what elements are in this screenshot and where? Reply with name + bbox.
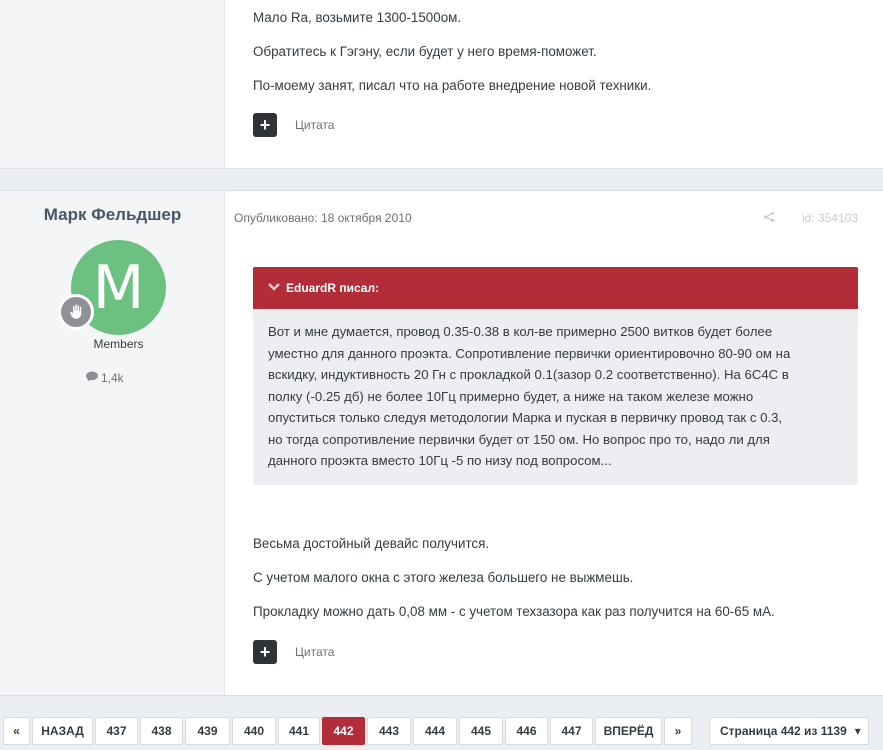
member-group: Members xyxy=(93,337,144,351)
blockquote-body: Вот и мне думается, провод 0.35-0.38 в к… xyxy=(253,309,858,472)
hand-icon xyxy=(58,294,94,330)
page-jump-dropdown[interactable]: Страница 442 из 1139 ▾ xyxy=(709,717,869,745)
page-link[interactable]: 445 xyxy=(459,717,503,745)
blockquote-line: вскидку, индуктивность 20 Гн с прокладко… xyxy=(268,367,789,382)
speech-bubble-icon xyxy=(86,371,98,385)
multiquote-plus-icon[interactable]: + xyxy=(253,113,277,137)
post-content: Мало Ra, возьмите 1300-1500ом. Обратитес… xyxy=(253,7,859,109)
blockquote-line: Вот и мне думается, провод 0.35-0.38 в к… xyxy=(268,324,773,339)
post-paragraph: Весьма достойный девайс получится. xyxy=(253,536,490,551)
page-link-current[interactable]: 442 xyxy=(322,717,365,745)
author-name-link[interactable]: Марк Фельдшер xyxy=(0,205,225,225)
blockquote-line: данного проэкта вместо 10Гц -5 по низу п… xyxy=(268,453,612,468)
post-id: id: 354103 xyxy=(801,211,858,225)
post-paragraph: Прокладку можно дать 0,08 мм - с учетом … xyxy=(253,604,775,619)
prev-page-button[interactable]: НАЗАД xyxy=(32,717,93,745)
next-page-button[interactable]: ВПЕРЁД xyxy=(595,717,662,745)
blockquote-header[interactable]: EduardR писал: xyxy=(253,267,858,309)
post-main: Марк Фельдшер M Members 1,4k Опубликован… xyxy=(0,190,883,696)
chevron-down-icon[interactable] xyxy=(268,281,280,295)
post-paragraph: Мало Ra, возьмите 1300-1500ом. xyxy=(253,10,462,25)
post-actions: + Цитата xyxy=(253,640,859,664)
post-actions: + Цитата xyxy=(253,113,859,137)
first-page-button[interactable]: « xyxy=(3,717,30,745)
blockquote: EduardR писал: Вот и мне думается, прово… xyxy=(253,267,858,485)
blockquote-line: но тогда сопротивление первички будет от… xyxy=(268,431,770,447)
page-link[interactable]: 438 xyxy=(140,717,183,745)
reputation-count: 1,4k xyxy=(101,371,124,385)
post-paragraph: С учетом малого окна с этого железа боль… xyxy=(253,570,634,585)
author-column: Марк Фельдшер M Members 1,4k xyxy=(0,191,225,695)
quote-button[interactable]: Цитата xyxy=(295,118,334,132)
page-jump-label: Страница 442 из 1139 xyxy=(720,724,847,738)
pagination: « НАЗАД 437 438 439 440 441 442 443 444 … xyxy=(0,717,883,745)
page-link[interactable]: 447 xyxy=(550,717,593,745)
page-link[interactable]: 441 xyxy=(278,717,320,745)
post-content: Весьма достойный девайс получится. С уче… xyxy=(253,533,859,635)
page-link[interactable]: 446 xyxy=(505,717,548,745)
caret-down-icon: ▾ xyxy=(854,724,861,738)
post-paragraph: Обратитесь к Гэгэну, если будет у него в… xyxy=(253,44,597,59)
share-icon[interactable] xyxy=(763,211,775,226)
blockquote-line: уместно для данного проэкта. Сопротивлен… xyxy=(268,345,791,361)
post-paragraph: По-моему занят, писал что на работе внед… xyxy=(253,78,652,93)
multiquote-plus-icon[interactable]: + xyxy=(253,640,277,664)
blockquote-line: полку (-0.25 дб) не более 10Гц примерно … xyxy=(268,388,754,404)
last-page-button[interactable]: » xyxy=(664,717,692,745)
page-link[interactable]: 444 xyxy=(413,717,457,745)
quote-button[interactable]: Цитата xyxy=(295,645,334,659)
post-date-link[interactable]: Опубликовано: 18 октября 2010 xyxy=(234,211,412,225)
page-link[interactable]: 439 xyxy=(185,717,230,745)
author-column xyxy=(0,0,225,168)
reputation: 1,4k xyxy=(86,371,124,385)
page-link[interactable]: 440 xyxy=(232,717,276,745)
blockquote-line: опуститься только следуя методологии Мар… xyxy=(268,410,783,425)
page-link[interactable]: 443 xyxy=(367,717,411,745)
post-previous: Мало Ra, возьмите 1300-1500ом. Обратитес… xyxy=(0,0,883,169)
page-link[interactable]: 437 xyxy=(95,717,138,745)
blockquote-author: EduardR писал: xyxy=(286,281,380,295)
